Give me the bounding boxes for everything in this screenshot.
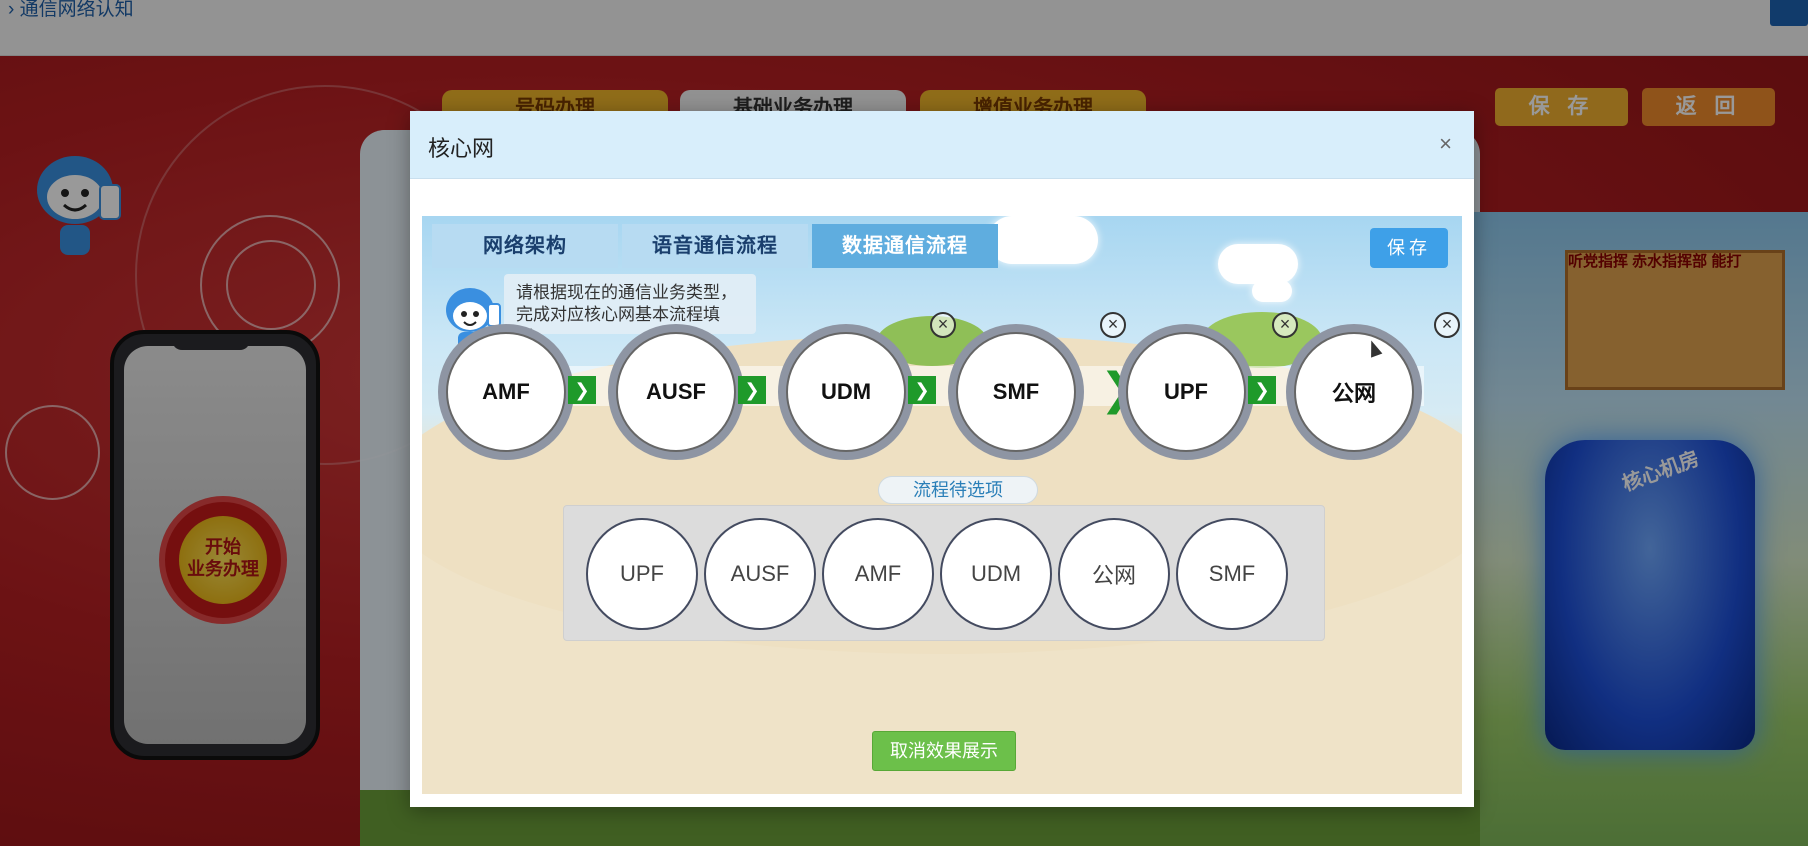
flow-node[interactable]: UDM bbox=[778, 324, 914, 460]
remove-node-icon[interactable]: × bbox=[930, 312, 956, 338]
pending-option[interactable]: AUSF bbox=[704, 518, 816, 630]
pending-option[interactable]: UPF bbox=[586, 518, 698, 630]
instruction-tip: 请根据现在的通信业务类型，完成对应核心网基本流程填写。 bbox=[504, 274, 756, 346]
close-icon[interactable]: × bbox=[1439, 133, 1452, 155]
flow-canvas: 网络架构 语音通信流程 数据通信流程 保存 请根据现在的通信业务类型，完成对应核… bbox=[422, 216, 1462, 794]
flow-node-label: UPF bbox=[1126, 332, 1246, 452]
pending-option[interactable]: 公网 bbox=[1058, 518, 1170, 630]
tab-data-flow[interactable]: 数据通信流程 bbox=[812, 224, 998, 268]
pending-options-label: 流程待选项 bbox=[878, 476, 1038, 504]
modal-tabs: 网络架构 语音通信流程 数据通信流程 bbox=[432, 224, 998, 268]
cancel-effect-button[interactable]: 取消效果展示 bbox=[872, 731, 1016, 771]
modal-title: 核心网 bbox=[428, 136, 495, 161]
flow-node[interactable]: SMF bbox=[948, 324, 1084, 460]
cloud-decoration bbox=[1252, 280, 1292, 302]
cloud-decoration bbox=[1218, 244, 1298, 284]
pending-option[interactable]: AMF bbox=[822, 518, 934, 630]
save-button[interactable]: 保存 bbox=[1370, 228, 1448, 268]
remove-node-icon[interactable]: × bbox=[1272, 312, 1298, 338]
arrow-right-icon: ❯ bbox=[738, 376, 766, 404]
modal-header: 核心网 × bbox=[410, 111, 1474, 179]
flow-node-label: UDM bbox=[786, 332, 906, 452]
tab-network-architecture[interactable]: 网络架构 bbox=[432, 224, 618, 268]
arrow-right-icon: ❯ bbox=[568, 376, 596, 404]
cloud-decoration bbox=[988, 216, 1098, 264]
flow-node[interactable]: AUSF bbox=[608, 324, 744, 460]
tab-voice-flow[interactable]: 语音通信流程 bbox=[622, 224, 808, 268]
pending-option[interactable]: SMF bbox=[1176, 518, 1288, 630]
pending-option[interactable]: UDM bbox=[940, 518, 1052, 630]
flow-node-label: SMF bbox=[956, 332, 1076, 452]
flow-node[interactable]: 公网 bbox=[1286, 324, 1422, 460]
remove-node-icon[interactable]: × bbox=[1434, 312, 1460, 338]
remove-node-icon[interactable]: × bbox=[1100, 312, 1126, 338]
flow-node[interactable]: AMF bbox=[438, 324, 574, 460]
flow-node-label: 公网 bbox=[1294, 332, 1414, 452]
arrow-right-icon: ❯ bbox=[1248, 376, 1276, 404]
flow-node-label: AUSF bbox=[616, 332, 736, 452]
arrow-right-icon: ❯ bbox=[908, 376, 936, 404]
core-network-modal: 核心网 × 网络架构 语音通信流程 数据通信流程 保存 请根据现在的通信业务类型… bbox=[410, 111, 1474, 807]
flow-node[interactable]: UPF bbox=[1118, 324, 1254, 460]
pending-options-panel: UPF AUSF AMF UDM 公网 SMF bbox=[563, 505, 1325, 641]
flow-node-label: AMF bbox=[446, 332, 566, 452]
